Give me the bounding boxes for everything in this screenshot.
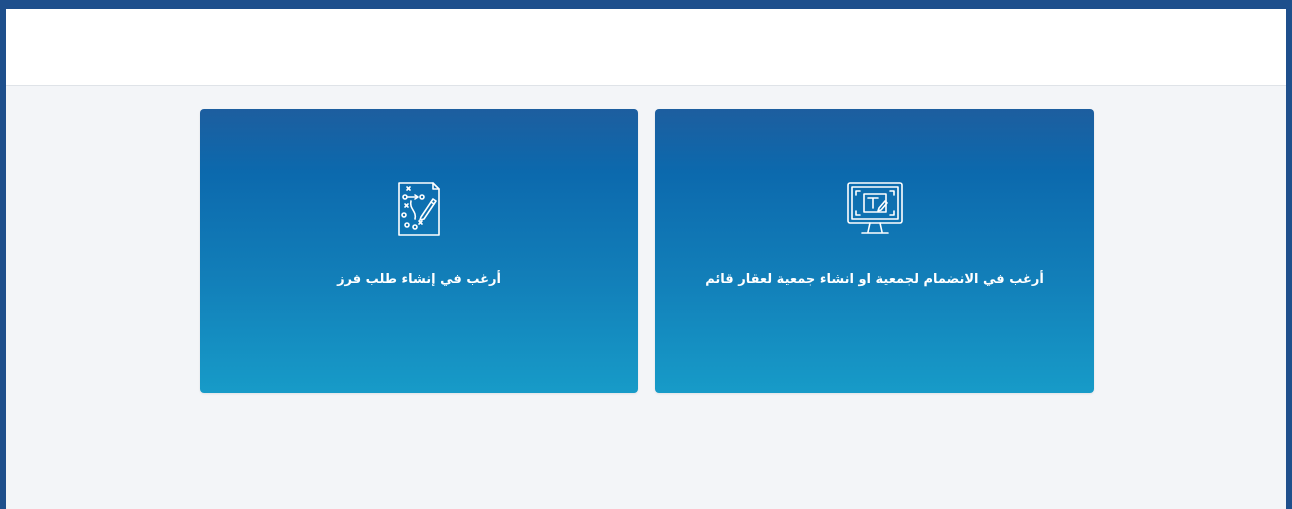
monitor-design-icon: [843, 177, 907, 241]
main-content: أرغب في الانضمام لجمعية او انشاء جمعية ل…: [6, 86, 1286, 509]
join-association-label: أرغب في الانضمام لجمعية او انشاء جمعية ل…: [705, 272, 1044, 287]
join-association-card[interactable]: أرغب في الانضمام لجمعية او انشاء جمعية ل…: [655, 109, 1094, 393]
top-header-bar: [6, 9, 1286, 86]
create-sorting-request-label: أرغب في إنشاء طلب فرز: [337, 272, 501, 287]
strategy-plan-icon: [387, 177, 451, 241]
create-sorting-request-card[interactable]: أرغب في إنشاء طلب فرز: [200, 109, 638, 393]
app-window: أرغب في الانضمام لجمعية او انشاء جمعية ل…: [0, 0, 1292, 509]
